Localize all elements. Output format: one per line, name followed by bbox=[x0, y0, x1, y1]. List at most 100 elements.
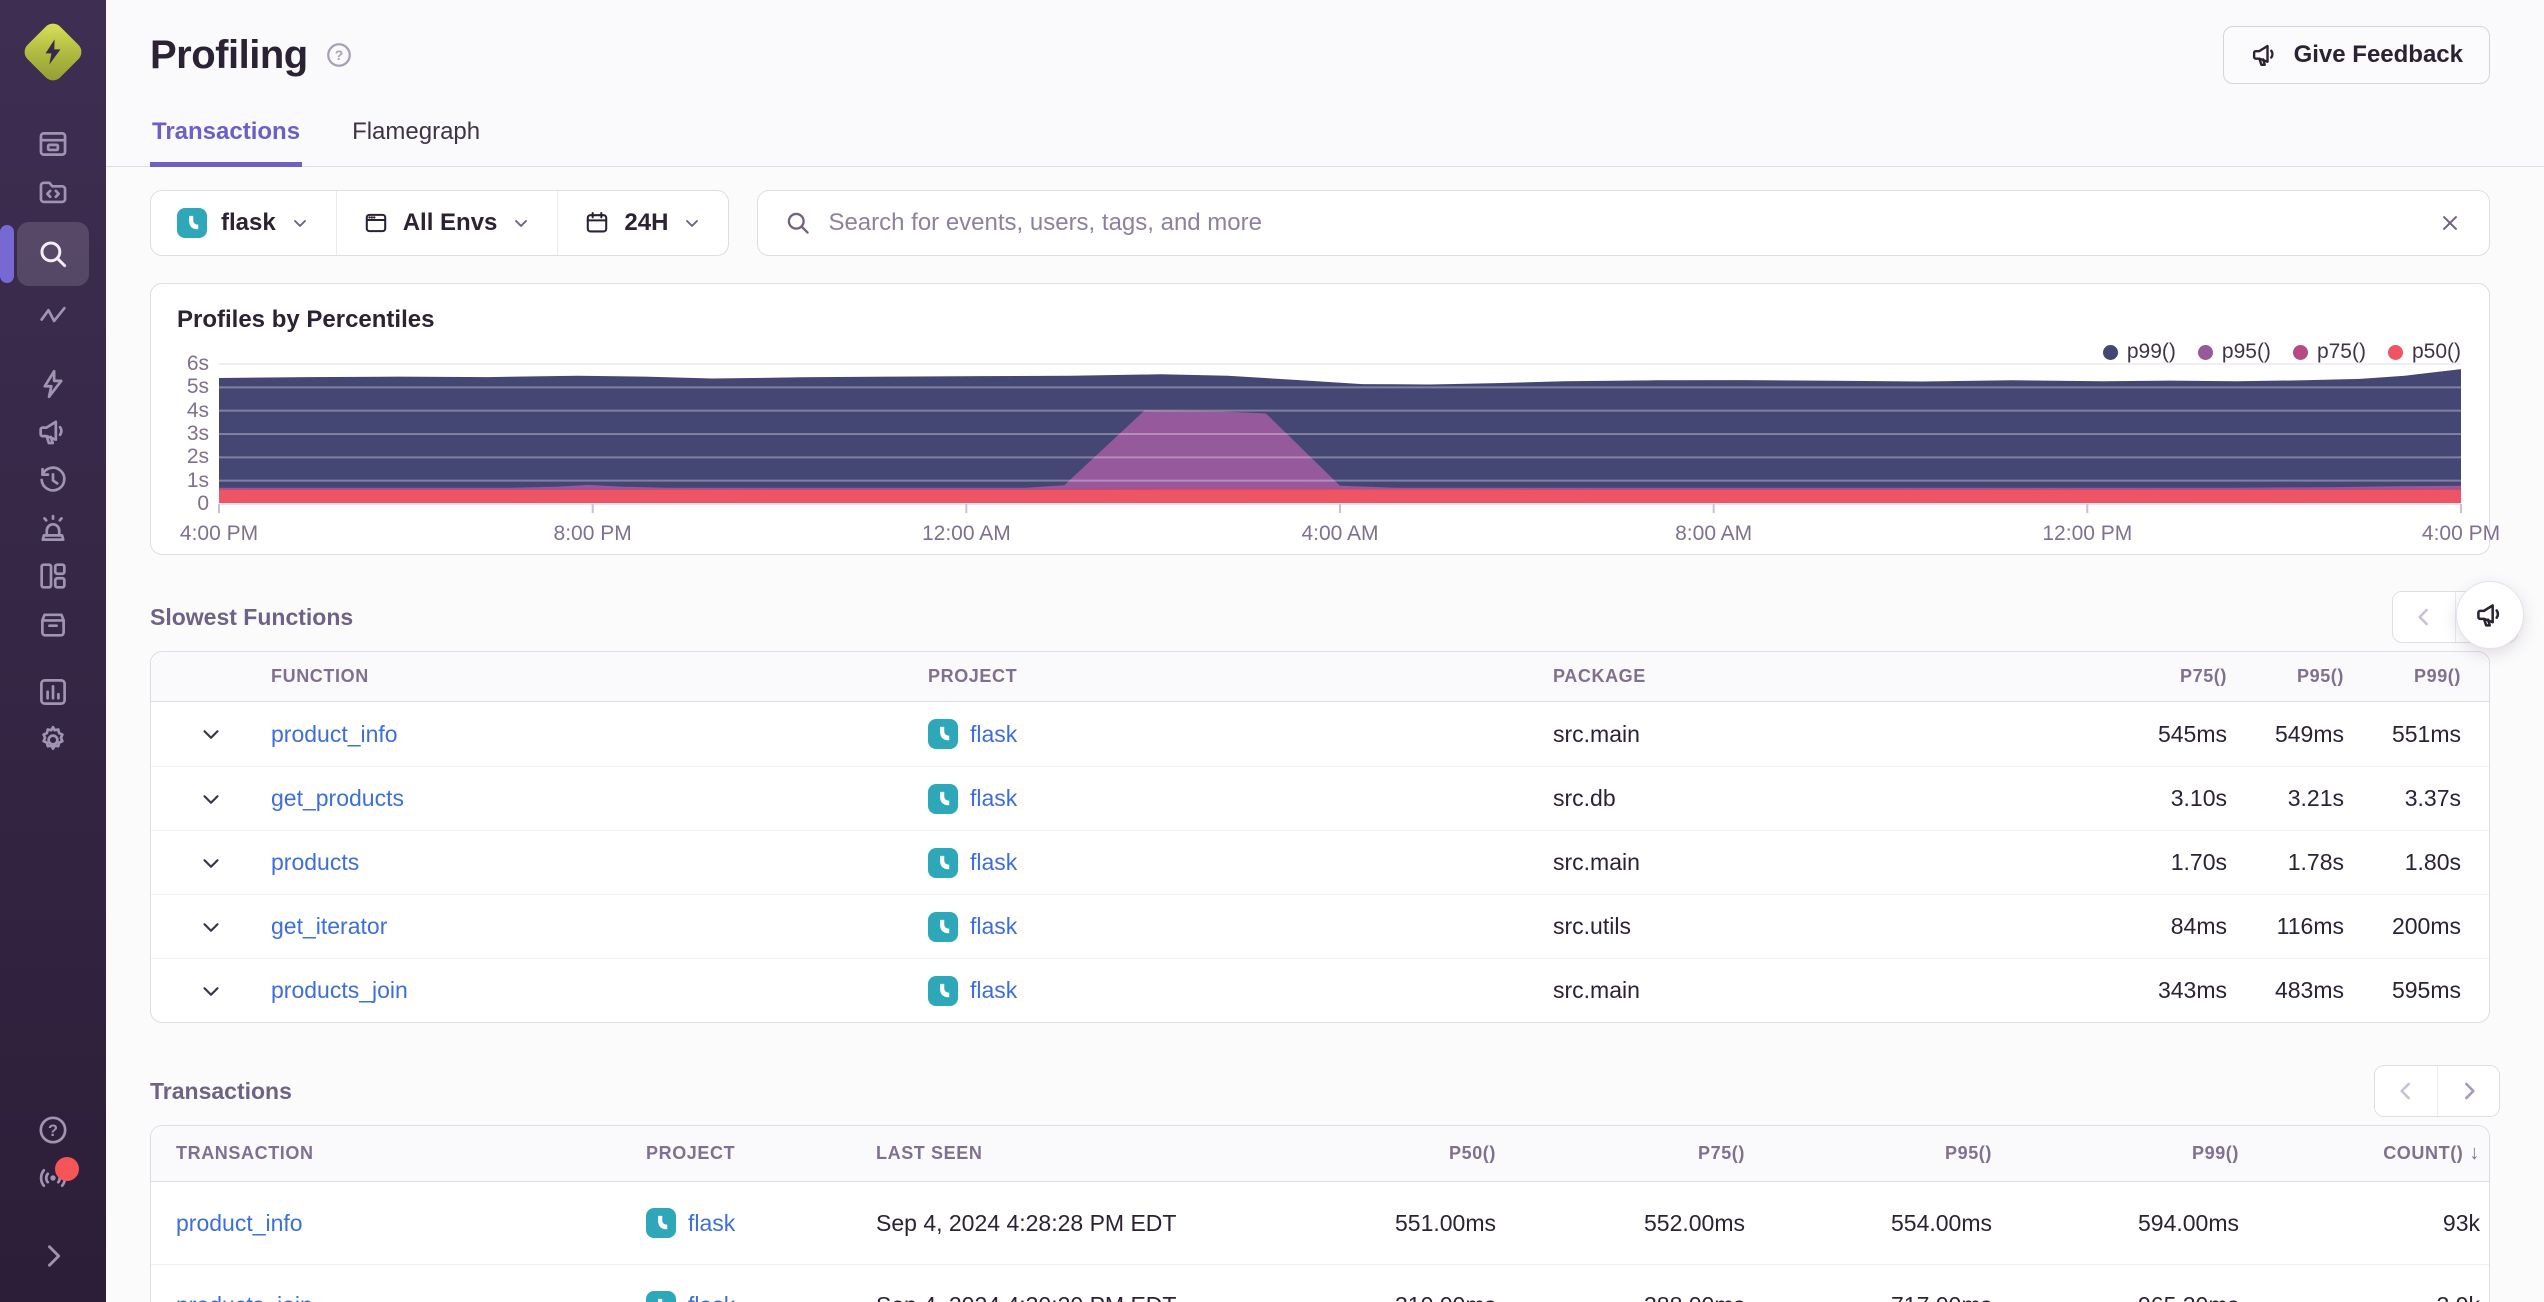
y-axis-labels: 0 1s 2s 3s 4s 5s 6s bbox=[159, 352, 209, 515]
legend-item[interactable]: p95() bbox=[2197, 340, 2271, 364]
project-link[interactable]: flask bbox=[688, 1292, 735, 1302]
previous-page-button[interactable] bbox=[2375, 1066, 2437, 1116]
legend-item[interactable]: p75() bbox=[2292, 340, 2366, 364]
previous-page-button[interactable] bbox=[2393, 592, 2455, 642]
search-input[interactable] bbox=[828, 209, 2421, 237]
p95-value: 116ms bbox=[2276, 913, 2344, 939]
date-range-filter-label: 24H bbox=[624, 209, 669, 236]
y-axis-label: 2s bbox=[186, 445, 209, 469]
active-nav-indicator bbox=[0, 225, 14, 283]
project-link[interactable]: flask bbox=[688, 1210, 735, 1237]
legend-dot bbox=[2292, 344, 2308, 360]
table-row: get_iterator flask src.utils 84ms 116ms 200ms bbox=[151, 894, 2489, 958]
p75-value: 1.70s bbox=[2170, 849, 2227, 875]
stats-icon[interactable] bbox=[17, 668, 89, 716]
p75-value: 552.00ms bbox=[1643, 1209, 1745, 1236]
date-range-filter[interactable]: 24H bbox=[557, 191, 728, 255]
dashboards-icon[interactable] bbox=[17, 552, 89, 600]
function-link[interactable]: get_products bbox=[271, 785, 404, 811]
transaction-link[interactable]: product_info bbox=[176, 1210, 303, 1236]
environment-filter[interactable]: All Envs bbox=[335, 191, 558, 255]
legend-label: p50() bbox=[2411, 340, 2461, 363]
megaphone-icon[interactable] bbox=[17, 408, 89, 456]
project-link[interactable]: flask bbox=[970, 913, 1017, 940]
x-axis-label: 12:00 PM bbox=[2042, 522, 2133, 545]
project-link[interactable]: flask bbox=[970, 785, 1017, 812]
project-link[interactable]: flask bbox=[970, 721, 1017, 748]
help-icon[interactable]: ? bbox=[17, 1106, 89, 1154]
expand-row-chevron-icon[interactable] bbox=[198, 914, 224, 940]
tab-transactions[interactable]: Transactions bbox=[150, 118, 303, 167]
sentry-logo[interactable] bbox=[20, 19, 86, 85]
projects-icon[interactable] bbox=[17, 168, 89, 216]
table-row: products_join flask Sep 4, 2024 4:30:20 PM… bbox=[151, 1264, 2489, 1302]
give-feedback-button[interactable]: Give Feedback bbox=[2222, 26, 2490, 84]
column-p50: P50() bbox=[1448, 1143, 1496, 1163]
settings-icon[interactable] bbox=[17, 716, 89, 764]
expand-sidebar-icon[interactable] bbox=[17, 1232, 89, 1280]
tab-flamegraph[interactable]: Flamegraph bbox=[350, 118, 482, 167]
transaction-link[interactable]: products_join bbox=[176, 1292, 313, 1302]
search-icon bbox=[784, 209, 812, 237]
flask-project-icon bbox=[928, 719, 958, 749]
column-p75: P75() bbox=[1697, 1143, 1745, 1163]
y-axis-label: 4s bbox=[186, 398, 209, 422]
function-link[interactable]: products_join bbox=[271, 977, 408, 1003]
legend-item[interactable]: p50() bbox=[2387, 340, 2461, 364]
legend-dot bbox=[2197, 344, 2213, 360]
expand-row-chevron-icon[interactable] bbox=[198, 721, 224, 747]
legend-item[interactable]: p99() bbox=[2102, 340, 2176, 364]
x-axis-label: 12:00 AM bbox=[921, 522, 1011, 545]
chevron-down-icon bbox=[290, 213, 310, 233]
project-filter[interactable]: flask bbox=[151, 191, 336, 255]
project-link[interactable]: flask bbox=[970, 977, 1017, 1004]
package-cell: src.db bbox=[1553, 785, 1616, 811]
count-value: 3.9k bbox=[2239, 1292, 2489, 1302]
floating-feedback-button[interactable] bbox=[2456, 581, 2524, 649]
issues-icon[interactable] bbox=[17, 120, 89, 168]
table-row: product_info flask Sep 4, 2024 4:28:28 PM … bbox=[151, 1182, 2489, 1264]
notification-dot bbox=[55, 1157, 79, 1181]
function-link[interactable]: product_info bbox=[271, 721, 398, 747]
expand-row-chevron-icon[interactable] bbox=[198, 786, 224, 812]
clear-search-icon[interactable] bbox=[2437, 210, 2463, 236]
siren-icon[interactable] bbox=[17, 504, 89, 552]
search-icon[interactable] bbox=[0, 222, 89, 286]
flask-project-icon bbox=[928, 975, 958, 1006]
search-bar bbox=[757, 190, 2490, 256]
column-last-seen: LAST SEEN bbox=[876, 1143, 983, 1163]
project-link[interactable]: flask bbox=[970, 849, 1017, 876]
traces-icon[interactable] bbox=[17, 292, 89, 340]
p75-value: 388.00ms bbox=[1496, 1292, 1745, 1302]
page-header: Profiling ? Give Feedback Transactions F… bbox=[106, 0, 2544, 167]
releases-icon[interactable] bbox=[17, 600, 89, 648]
calendar-icon bbox=[584, 210, 610, 236]
sort-descending-icon: ↓ bbox=[2469, 1142, 2480, 1164]
lightning-icon[interactable] bbox=[17, 360, 89, 408]
p95-value: 483ms bbox=[2274, 977, 2344, 1003]
function-link[interactable]: get_iterator bbox=[271, 913, 387, 939]
column-project: PROJECT bbox=[646, 1143, 736, 1163]
legend-dot bbox=[2102, 344, 2118, 360]
column-function: FUNCTION bbox=[271, 666, 369, 686]
p99-value: 965.20ms bbox=[1992, 1292, 2239, 1302]
column-count[interactable]: COUNT() ↓ bbox=[2239, 1142, 2489, 1165]
percentiles-area-chart[interactable] bbox=[218, 363, 2462, 513]
p99-value: 3.37s bbox=[2404, 785, 2461, 811]
expand-row-chevron-icon[interactable] bbox=[198, 978, 224, 1004]
p50-value: 551.00ms bbox=[1394, 1209, 1496, 1236]
column-p99: P99() bbox=[2413, 666, 2461, 686]
history-icon[interactable] bbox=[17, 456, 89, 504]
column-package: PACKAGE bbox=[1553, 666, 1646, 686]
y-axis-label: 3s bbox=[186, 422, 209, 445]
flask-project-icon bbox=[646, 1208, 676, 1238]
title-help-icon[interactable]: ? bbox=[324, 40, 354, 70]
function-link[interactable]: products bbox=[271, 849, 359, 875]
last-seen-cell: Sep 4, 2024 4:28:28 PM EDT bbox=[876, 1209, 1177, 1236]
p95-value: 717.00ms bbox=[1745, 1292, 1992, 1302]
next-page-button[interactable] bbox=[2437, 1066, 2499, 1116]
broadcast-icon[interactable] bbox=[17, 1154, 89, 1202]
expand-row-chevron-icon[interactable] bbox=[198, 850, 224, 876]
p95-value: 554.00ms bbox=[1890, 1209, 1992, 1236]
profiling-page: ? Profiling ? Give Feedback Transactions… bbox=[0, 0, 2544, 1302]
